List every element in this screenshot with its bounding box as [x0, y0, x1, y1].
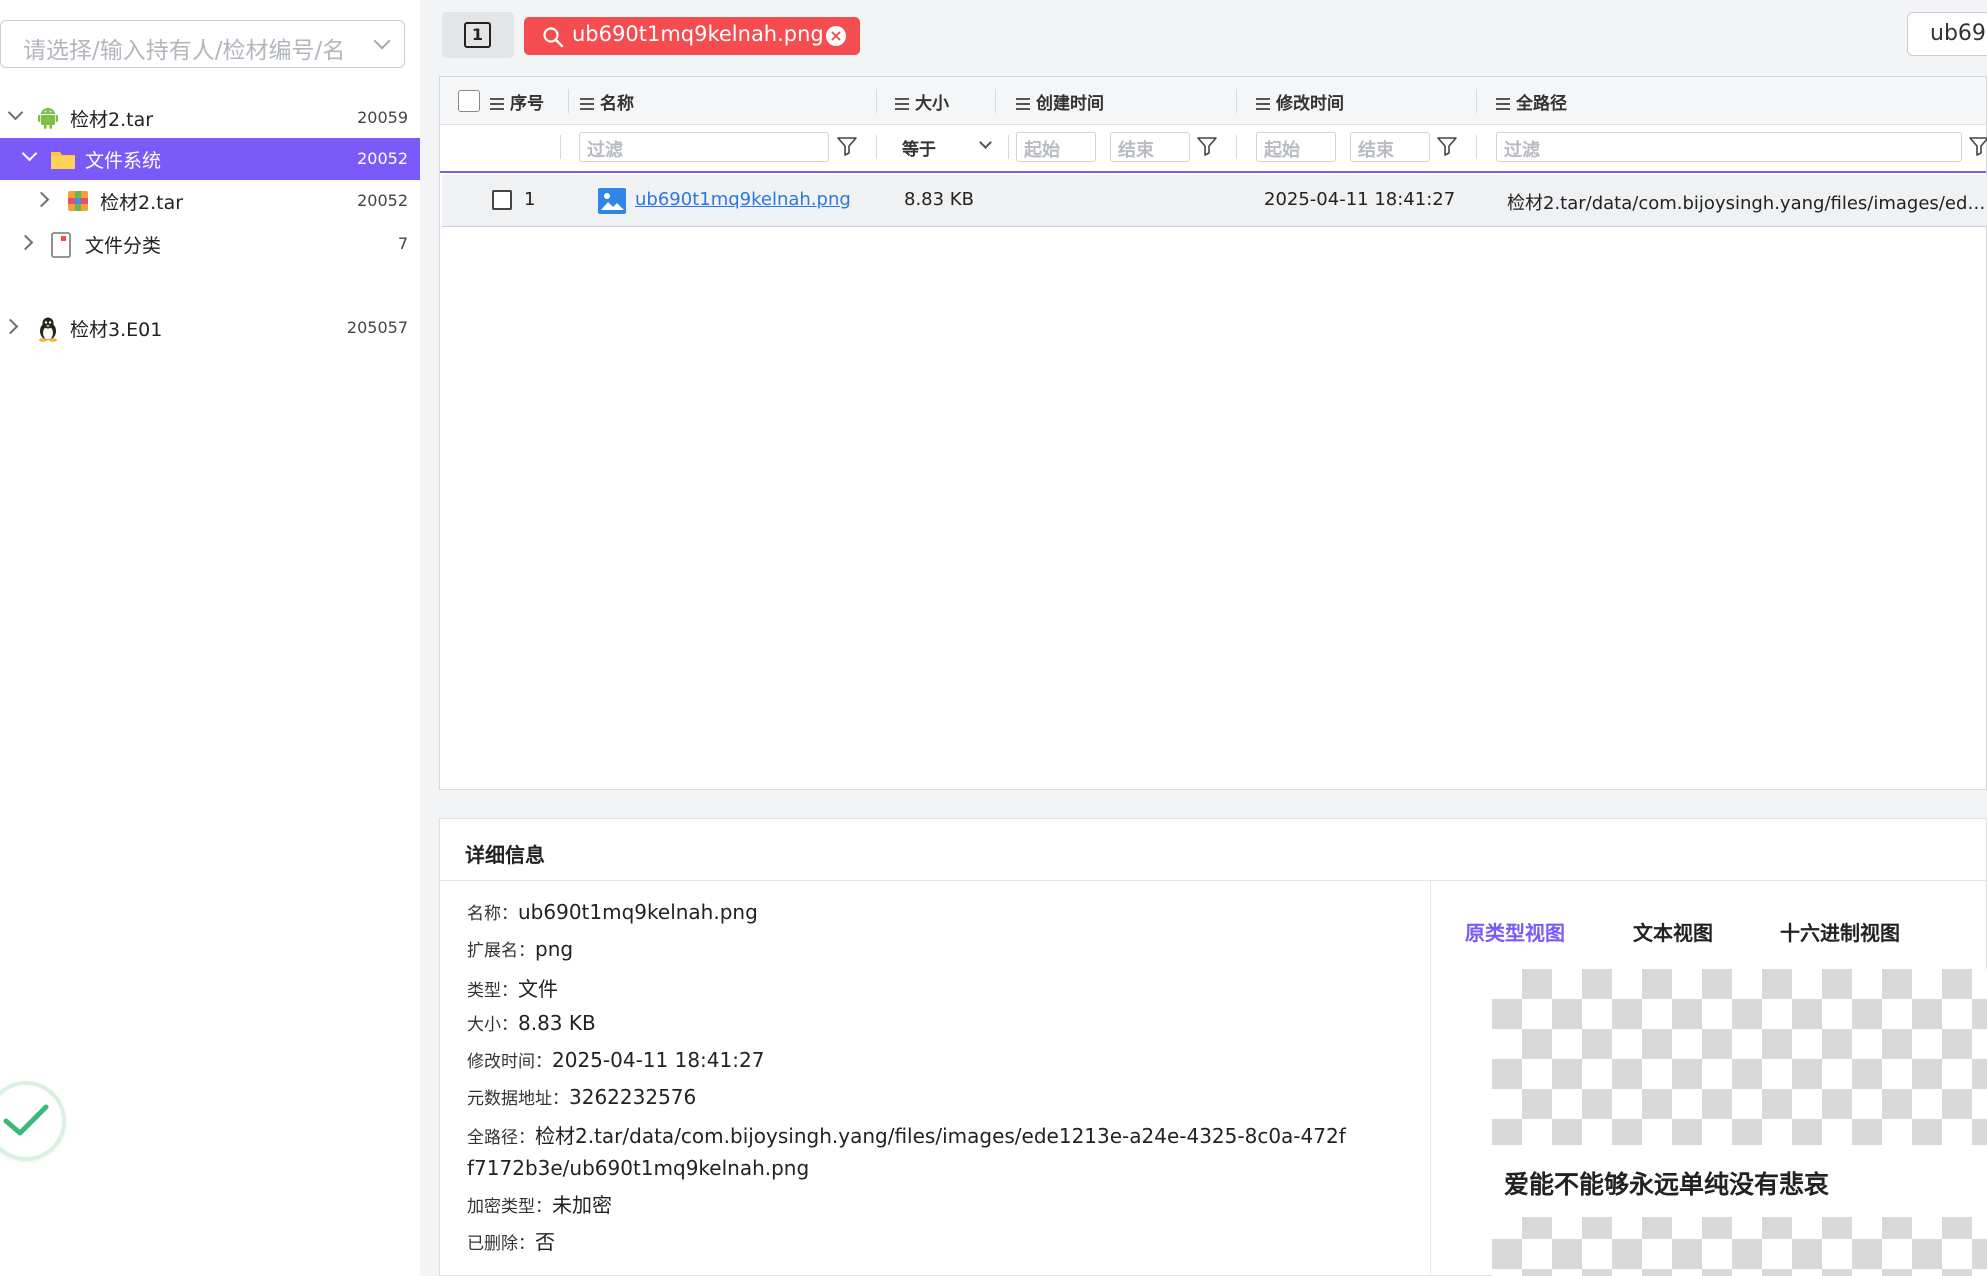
details-title: 详细信息 — [465, 843, 545, 867]
tree-item-label: 文件分类 — [85, 235, 162, 257]
cell-modified: 2025-04-11 18:41:27 — [1264, 189, 1456, 210]
folder-icon — [50, 147, 75, 171]
case-select-dropdown[interactable]: 请选择/输入持有人/检材编号/名 — [0, 20, 405, 68]
chevron-right-icon[interactable] — [17, 234, 34, 251]
info-full-path: 全路径：检材2.tar/data/com.bijoysingh.yang/fil… — [467, 1124, 1346, 1180]
tree-item-label: 检材3.E01 — [70, 319, 163, 341]
info-metadata-address: 元数据地址：3262232576 — [467, 1085, 697, 1109]
column-divider[interactable] — [1236, 89, 1237, 113]
search-input-value: ub69 — [1930, 21, 1986, 46]
filter-funnel-icon[interactable] — [836, 135, 858, 157]
details-panel: 详细信息 名称：ub690t1mq9kelnah.png 扩展名：png 类型：… — [439, 818, 1987, 1276]
tree-item-count: 7 — [397, 234, 408, 253]
chevron-down-icon[interactable] — [21, 145, 38, 162]
column-header-size[interactable]: 大小 — [895, 89, 949, 114]
chevron-down-icon[interactable] — [7, 104, 24, 121]
document-icon — [50, 232, 74, 258]
tab-text-view[interactable]: 文本视图 — [1633, 917, 1713, 946]
filter-row: 过滤 等于 起始 结束 起始 结束 过滤 — [440, 125, 1987, 173]
case-select-placeholder: 请选择/输入持有人/检材编号/名 — [23, 38, 346, 64]
modified-start-input[interactable]: 起始 — [1256, 132, 1336, 162]
row-checkbox[interactable] — [492, 190, 512, 210]
tree-item-count: 20059 — [357, 108, 408, 127]
cell-size: 8.83 KB — [904, 189, 974, 210]
close-icon[interactable]: × — [826, 26, 846, 46]
info-name: 名称：ub690t1mq9kelnah.png — [467, 900, 758, 924]
task-complete-check-icon[interactable] — [0, 1085, 62, 1157]
info-modified-time: 修改时间：2025-04-11 18:41:27 — [467, 1048, 765, 1072]
modified-end-input[interactable]: 结束 — [1350, 132, 1430, 162]
tree-item-evidence3-e01[interactable]: 检材3.E01 205057 — [0, 307, 420, 349]
tree-item-filesystem[interactable]: 文件系统 20052 — [0, 138, 420, 180]
tab-count-badge: 1 — [464, 22, 491, 48]
image-preview: 爱能不能够永远单纯没有悲哀 — [1492, 969, 1987, 1276]
tree-item-label: 文件系统 — [85, 150, 162, 172]
table-header: 序号 名称 大小 创建时间 修改时间 全路径 — [440, 77, 1986, 125]
column-divider — [1008, 135, 1009, 159]
column-divider[interactable] — [995, 89, 996, 113]
tree-item-count: 20052 — [357, 191, 408, 210]
info-size: 大小：8.83 KB — [467, 1011, 596, 1035]
column-header-path[interactable]: 全路径 — [1496, 89, 1567, 114]
cell-index: 1 — [524, 189, 536, 210]
column-divider[interactable] — [1476, 89, 1477, 113]
tree-item-evidence2-tar[interactable]: 检材2.tar 20059 — [0, 97, 420, 139]
column-header-name[interactable]: 名称 — [580, 89, 634, 114]
column-header-modified[interactable]: 修改时间 — [1256, 89, 1344, 114]
column-divider — [560, 135, 561, 159]
column-divider — [1236, 135, 1237, 159]
tab-native-view[interactable]: 原类型视图 — [1465, 917, 1565, 946]
active-search-tag[interactable]: ub690t1mq9kelnah.png × — [524, 17, 860, 55]
created-start-input[interactable]: 起始 — [1016, 132, 1096, 162]
details-header: 详细信息 — [440, 819, 1986, 881]
size-operator-select[interactable]: 等于 — [902, 132, 994, 162]
filter-funnel-icon[interactable] — [1436, 135, 1458, 157]
name-filter-input[interactable]: 过滤 — [579, 132, 829, 162]
cell-name-link[interactable]: ub690t1mq9kelnah.png — [635, 189, 851, 210]
filter-funnel-icon[interactable] — [1196, 135, 1218, 157]
select-all-checkbox[interactable] — [458, 90, 480, 112]
search-icon — [543, 27, 564, 48]
path-filter-input[interactable]: 过滤 — [1496, 132, 1962, 162]
cell-path: 检材2.tar/data/com.bijoysingh.yang/files/i… — [1507, 193, 1987, 214]
search-tag-text: ub690t1mq9kelnah.png — [572, 22, 824, 46]
column-divider[interactable] — [876, 89, 877, 113]
filter-funnel-icon[interactable] — [1968, 135, 1987, 157]
tree-item-label: 检材2.tar — [70, 109, 154, 131]
info-type: 类型：文件 — [467, 977, 558, 1001]
archive-icon — [66, 189, 90, 213]
chevron-right-icon[interactable] — [2, 318, 19, 335]
tree-item-count: 205057 — [346, 318, 408, 337]
case-tree-panel: 请选择/输入持有人/检材编号/名 检材2.tar 20059 文件系统 2005… — [0, 0, 420, 1276]
tree-item-file-category[interactable]: 文件分类 7 — [0, 223, 420, 265]
image-file-icon — [598, 188, 626, 214]
column-header-index[interactable]: 序号 — [490, 89, 544, 114]
column-divider[interactable] — [568, 89, 569, 113]
search-bar: 1 ub690t1mq9kelnah.png × ub69 — [420, 0, 1987, 62]
android-icon — [36, 106, 60, 130]
column-divider — [1476, 135, 1477, 159]
details-info-list: 名称：ub690t1mq9kelnah.png 扩展名：png 类型：文件 大小… — [467, 899, 1367, 1263]
info-deleted: 已删除：否 — [467, 1230, 555, 1254]
open-tabs-button[interactable]: 1 — [442, 12, 514, 58]
preview-text: 爱能不能够永远单纯没有悲哀 — [1504, 1170, 1830, 1199]
details-divider — [1430, 881, 1431, 1276]
column-divider — [876, 135, 877, 159]
tree-item-count: 20052 — [357, 149, 408, 168]
search-input[interactable]: ub69 — [1907, 12, 1987, 56]
chevron-down-icon — [373, 32, 391, 50]
tree-item-tar-archive[interactable]: 检材2.tar 20052 — [0, 180, 420, 222]
tab-hex-view[interactable]: 十六进制视图 — [1780, 917, 1900, 946]
table-row[interactable]: 1 ub690t1mq9kelnah.png 8.83 KB 2025-04-1… — [442, 175, 1987, 227]
preview-text-band: 爱能不能够永远单纯没有悲哀 — [1492, 1145, 1987, 1217]
info-extension: 扩展名：png — [467, 937, 574, 961]
created-end-input[interactable]: 结束 — [1110, 132, 1190, 162]
file-table: 序号 名称 大小 创建时间 修改时间 全路径 过滤 等于 起始 结束 起始 结束… — [439, 76, 1987, 790]
info-encryption: 加密类型：未加密 — [467, 1193, 612, 1217]
linux-penguin-icon — [36, 316, 60, 342]
tree-item-label: 检材2.tar — [100, 192, 184, 214]
column-header-created[interactable]: 创建时间 — [1016, 89, 1104, 114]
chevron-right-icon[interactable] — [33, 191, 50, 208]
